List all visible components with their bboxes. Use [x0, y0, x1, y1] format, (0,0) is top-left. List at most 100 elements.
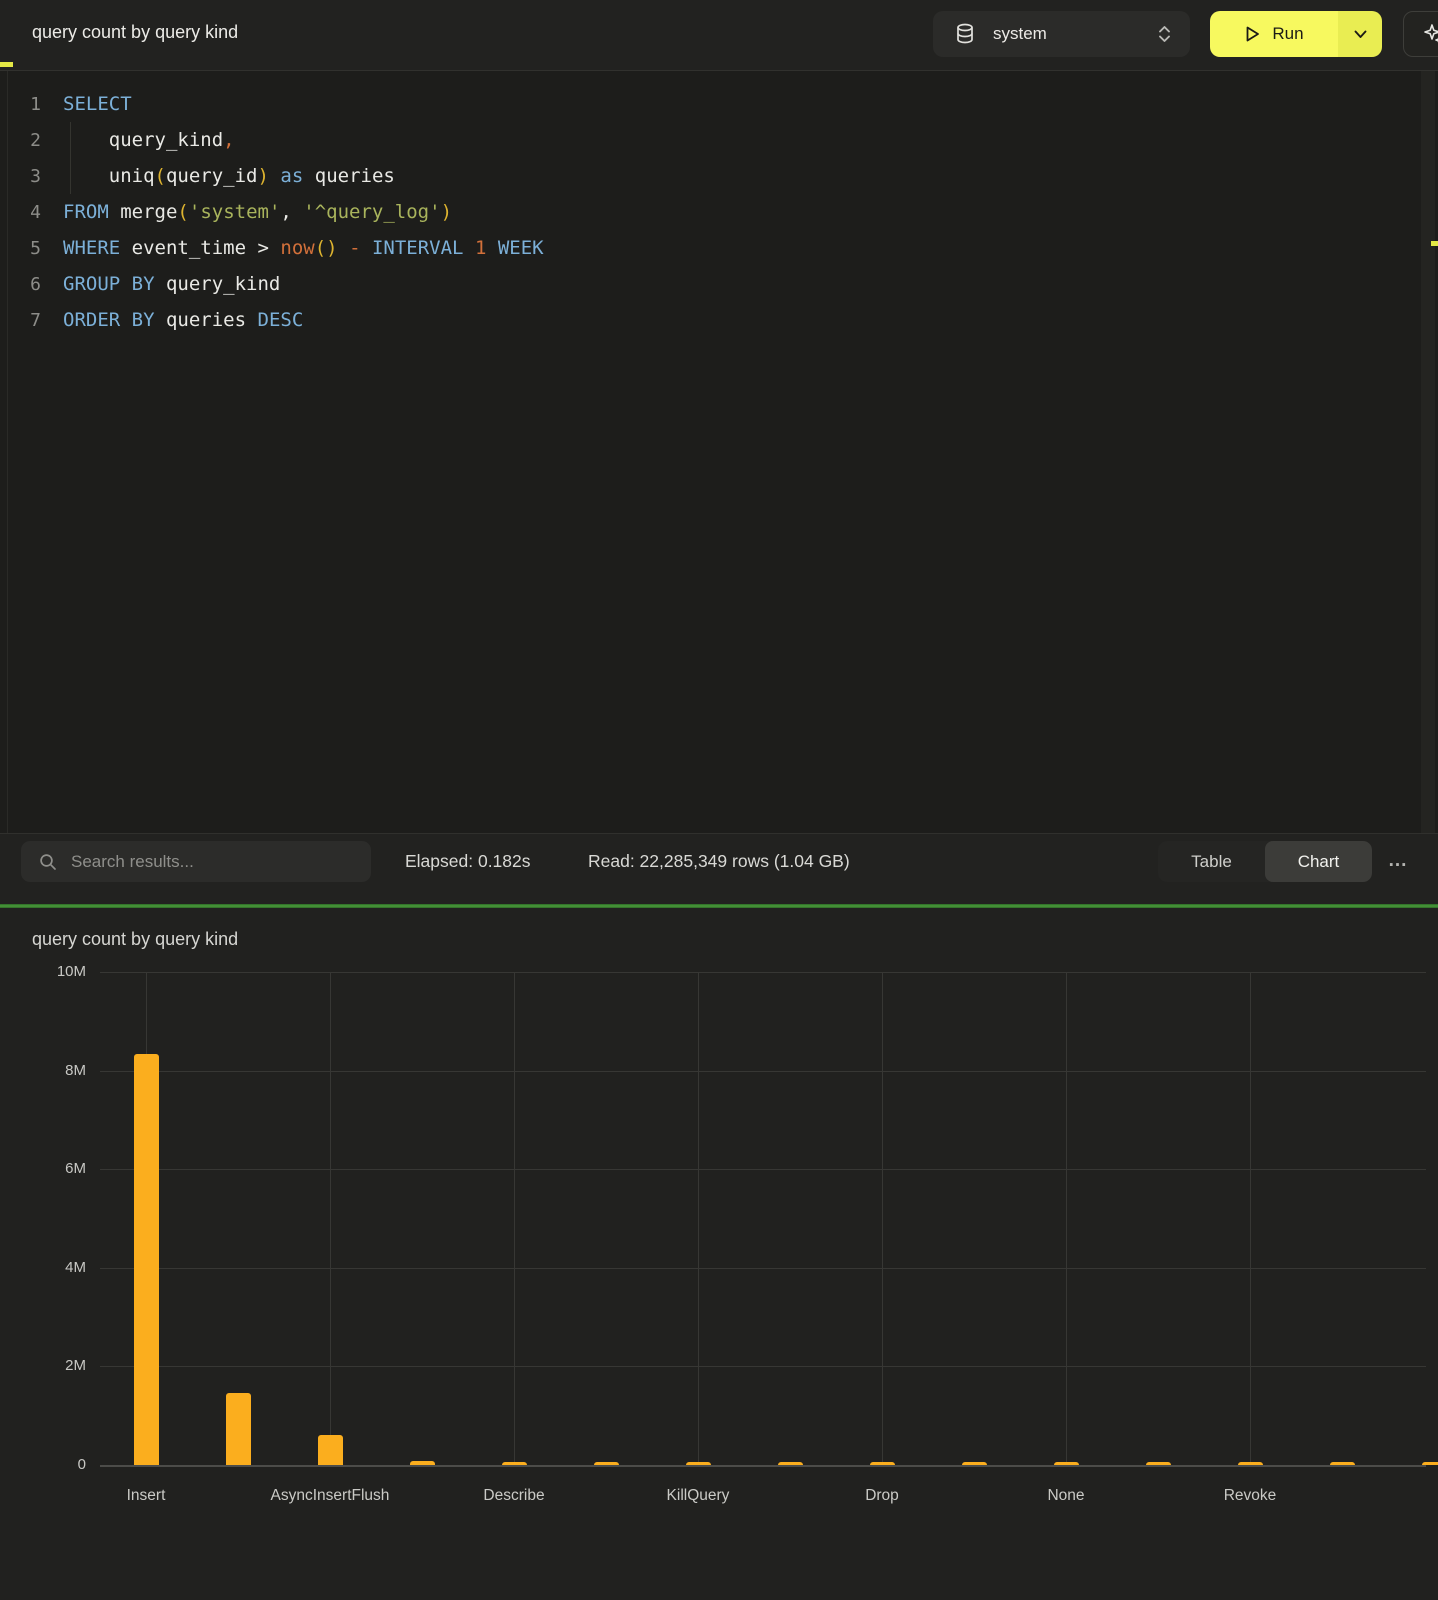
search-box[interactable]	[21, 841, 371, 882]
chart-bar	[1422, 1462, 1438, 1465]
sql-token: merge	[120, 201, 177, 223]
gridline	[100, 1268, 1426, 1269]
sql-token: ()	[315, 237, 338, 259]
sql-token	[269, 165, 280, 187]
more-options-button[interactable]: ...	[1381, 846, 1415, 876]
sql-token: DESC	[258, 309, 304, 331]
chart-bar	[410, 1461, 435, 1465]
sql-token: query_kind	[166, 273, 280, 295]
header-bar: query count by query kind system	[0, 0, 1438, 71]
sql-editor[interactable]: 1SELECT2 query_kind,3 uniq(query_id) as …	[0, 71, 1438, 833]
chart-panel: query count by query kind 02M4M6M8M10MIn…	[0, 908, 1438, 1600]
chart-bar	[1330, 1462, 1355, 1465]
sql-token	[246, 309, 257, 331]
sql-token	[303, 165, 314, 187]
editor-left-border	[7, 71, 8, 833]
y-axis-label: 4M	[26, 1259, 86, 1276]
gridline	[882, 972, 883, 1465]
run-options-dropdown[interactable]	[1338, 11, 1382, 57]
sql-token	[155, 273, 166, 295]
sql-token: INTERVAL	[372, 237, 464, 259]
gridline	[100, 1169, 1426, 1170]
sql-token: as	[280, 165, 303, 187]
sql-token: ORDER BY	[63, 309, 155, 331]
x-axis-label: KillQuery	[618, 1487, 778, 1505]
sql-token: uniq	[109, 165, 155, 187]
view-toggle: Table Chart	[1158, 841, 1372, 882]
sql-token	[246, 237, 257, 259]
x-axis-line	[100, 1465, 1426, 1467]
code-text: ORDER BY queries DESC	[63, 309, 303, 331]
query-title: query count by query kind	[32, 22, 238, 43]
elapsed-stat: Elapsed: 0.182s	[405, 851, 531, 872]
sql-token: (	[155, 165, 166, 187]
sql-token	[109, 201, 120, 223]
x-axis-label: AsyncInsertFlush	[250, 1487, 410, 1505]
chart-bar	[1238, 1462, 1263, 1465]
sql-token: WHERE	[63, 237, 120, 259]
code-text: SELECT	[63, 93, 132, 115]
sql-token	[486, 237, 497, 259]
code-line: 1SELECT	[0, 86, 1438, 122]
sql-token: query_kind	[109, 129, 223, 151]
database-icon	[955, 23, 975, 45]
code-text: WHERE event_time > now() - INTERVAL 1 WE…	[63, 237, 544, 259]
sql-token: event_time	[132, 237, 246, 259]
run-button[interactable]: Run	[1210, 11, 1338, 57]
sql-token	[269, 237, 280, 259]
chart-bar	[870, 1462, 895, 1465]
chart-bar	[686, 1462, 711, 1465]
sql-token: 1	[475, 237, 486, 259]
chart-bar	[502, 1462, 527, 1465]
sql-token	[361, 237, 372, 259]
sql-token	[120, 237, 131, 259]
chevron-down-icon	[1354, 30, 1367, 39]
sql-token: )	[258, 165, 269, 187]
chart-bar	[962, 1462, 987, 1465]
y-axis-label: 2M	[26, 1357, 86, 1374]
chart-bar	[594, 1462, 619, 1465]
sql-token: GROUP BY	[63, 273, 155, 295]
gridline	[698, 972, 699, 1465]
play-icon	[1244, 25, 1261, 43]
read-stat: Read: 22,285,349 rows (1.04 GB)	[588, 851, 850, 872]
x-axis-label: None	[986, 1487, 1146, 1505]
chart-bar	[226, 1393, 251, 1465]
chart-bar	[318, 1435, 343, 1465]
sql-token	[338, 237, 349, 259]
tab-table[interactable]: Table	[1158, 841, 1265, 882]
editor-scrollbar[interactable]	[1421, 71, 1435, 833]
code-text: GROUP BY query_kind	[63, 273, 280, 295]
gridline	[1066, 972, 1067, 1465]
code-line: 4FROM merge('system', '^query_log')	[0, 194, 1438, 230]
sql-token: ,	[223, 129, 234, 151]
x-axis-label: Revoke	[1170, 1487, 1330, 1505]
sparkles-icon	[1420, 22, 1438, 46]
sql-token: >	[258, 237, 269, 259]
code-line: 2 query_kind,	[0, 122, 1438, 158]
search-icon	[39, 853, 57, 871]
sql-token: FROM	[63, 201, 109, 223]
search-results-input[interactable]	[69, 851, 353, 873]
sql-token: SELECT	[63, 93, 132, 115]
sql-token: '^query_log'	[303, 201, 440, 223]
gridline	[1250, 972, 1251, 1465]
assistant-button[interactable]	[1403, 11, 1438, 57]
sql-token: WEEK	[498, 237, 544, 259]
database-selector[interactable]: system	[933, 11, 1190, 57]
ellipsis-icon: ...	[1389, 850, 1408, 872]
sql-token: now	[280, 237, 314, 259]
x-axis-label: Insert	[66, 1487, 226, 1505]
sql-token: -	[349, 237, 360, 259]
code-line: 6GROUP BY query_kind	[0, 266, 1438, 302]
chart-bar	[1146, 1462, 1171, 1465]
code-line: 5WHERE event_time > now() - INTERVAL 1 W…	[0, 230, 1438, 266]
chart-bar	[134, 1054, 159, 1465]
sql-token: queries	[315, 165, 395, 187]
tab-chart[interactable]: Chart	[1265, 841, 1372, 882]
sql-token: (	[177, 201, 188, 223]
gridline	[330, 972, 331, 1465]
run-split-button: Run	[1210, 11, 1382, 57]
indent-guide	[70, 122, 71, 194]
y-axis-label: 10M	[26, 963, 86, 980]
